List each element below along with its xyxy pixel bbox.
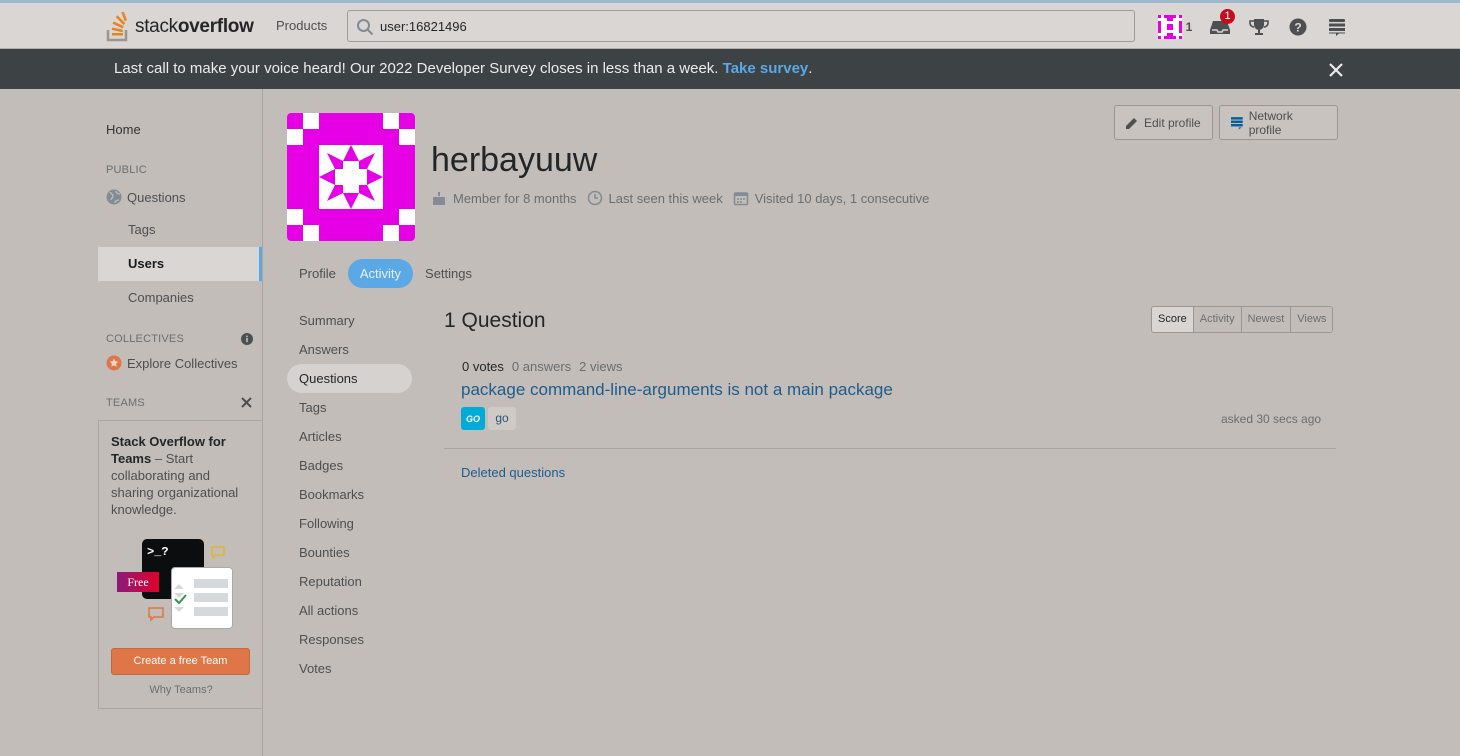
collectives-icon: [106, 355, 122, 371]
free-badge: Free: [117, 572, 159, 592]
subnav-tags[interactable]: Tags: [287, 393, 412, 422]
subnav-questions[interactable]: Questions: [287, 364, 412, 393]
sidebar-item-users[interactable]: Users: [98, 247, 262, 281]
public-heading: PUBLIC: [106, 164, 147, 176]
sidebar-item-tags[interactable]: Tags: [98, 213, 262, 247]
sort-views[interactable]: Views: [1291, 307, 1333, 332]
left-sidebar: Home PUBLIC Questions Tags Users Compani…: [98, 89, 263, 756]
close-icon[interactable]: [1327, 61, 1345, 79]
reputation-count: 1: [1185, 20, 1193, 34]
sidebar-item-explore-collectives[interactable]: Explore Collectives: [106, 355, 238, 371]
profile-tabs: Profile Activity Settings: [287, 259, 484, 288]
subnav-reputation[interactable]: Reputation: [287, 567, 412, 596]
activity-subnav: Summary Answers Questions Tags Articles …: [287, 306, 412, 683]
identicon-image: [287, 113, 415, 241]
cake-icon: [433, 192, 445, 205]
top-icons: 1 1 ?: [1150, 9, 1356, 45]
site-switcher-button[interactable]: [1317, 9, 1356, 45]
view-count: 2 views: [579, 359, 623, 374]
chat-bubble-orange-icon: [148, 607, 164, 622]
subnav-badges[interactable]: Badges: [287, 451, 412, 480]
stackoverflow-logo[interactable]: stackoverflow: [106, 11, 254, 43]
why-teams-link[interactable]: Why Teams?: [99, 684, 263, 696]
terminal-prompt: >_?: [147, 545, 169, 559]
visited: Visited 10 days, 1 consecutive: [733, 190, 929, 206]
subnav-answers[interactable]: Answers: [287, 335, 412, 364]
go-tag-icon[interactable]: GO: [461, 407, 485, 430]
sort-buttons: Score Activity Newest Views: [1151, 306, 1334, 333]
divider: [444, 448, 1336, 449]
help-button[interactable]: ?: [1278, 9, 1317, 45]
tab-profile[interactable]: Profile: [287, 259, 348, 288]
user-card[interactable]: 1: [1150, 9, 1200, 45]
sidebar-item-home[interactable]: Home: [106, 122, 141, 137]
vote-count: 0 votes: [462, 359, 504, 374]
subnav-votes[interactable]: Votes: [287, 654, 412, 683]
info-icon[interactable]: [241, 333, 253, 345]
tab-settings[interactable]: Settings: [413, 259, 484, 288]
question-stats: 0 votes 0 answers 2 views: [462, 359, 631, 374]
achievements-button[interactable]: [1239, 9, 1278, 45]
trophy-icon: [1248, 19, 1269, 35]
stack-exchange-icon: [1328, 19, 1345, 36]
globe-icon: [106, 189, 122, 205]
search-icon: [357, 19, 374, 36]
create-free-team-button[interactable]: Create a free Team: [111, 648, 250, 675]
chat-bubble-icon: [211, 546, 225, 559]
last-seen: Last seen this week: [587, 190, 723, 206]
inbox-button[interactable]: 1: [1200, 9, 1239, 45]
take-survey-link[interactable]: Take survey: [723, 60, 809, 77]
sort-activity[interactable]: Activity: [1193, 307, 1242, 332]
member-for: Member for 8 months: [431, 190, 577, 206]
deleted-questions-link[interactable]: Deleted questions: [461, 465, 565, 480]
close-teams-icon[interactable]: [241, 397, 252, 408]
help-icon: ?: [1289, 18, 1306, 36]
tag-go[interactable]: go: [488, 407, 516, 430]
subnav-all-actions[interactable]: All actions: [287, 596, 412, 625]
checklist-icon: [174, 579, 228, 616]
subnav-following[interactable]: Following: [287, 509, 412, 538]
clock-icon: [587, 190, 602, 206]
logo-wordmark: stackoverflow: [135, 16, 254, 37]
teams-heading: TEAMS: [106, 397, 145, 409]
checklist-card: [171, 567, 233, 629]
subnav-bookmarks[interactable]: Bookmarks: [287, 480, 412, 509]
inbox-badge: 1: [1220, 9, 1235, 24]
asked-time[interactable]: asked 30 secs ago: [1221, 412, 1321, 426]
stackoverflow-logo-icon: [106, 12, 128, 42]
svg-text:?: ?: [1294, 21, 1301, 35]
search-bar[interactable]: [347, 10, 1135, 42]
banner-text: Last call to make your voice heard! Our …: [114, 60, 813, 77]
subnav-summary[interactable]: Summary: [287, 306, 412, 335]
network-profile-button[interactable]: Network profile: [1219, 105, 1338, 140]
profile-meta: Member for 8 months Last seen this week …: [431, 188, 939, 208]
user-avatar-small: [1157, 15, 1182, 39]
teams-description: Stack Overflow for Teams – Start collabo…: [111, 434, 239, 517]
sort-score[interactable]: Score: [1152, 307, 1194, 332]
teams-illustration: >_? Free: [117, 537, 237, 632]
sidebar-item-questions[interactable]: Questions: [106, 189, 186, 205]
top-bar: stackoverflow Products 1 1 ?: [0, 0, 1460, 49]
edit-profile-button[interactable]: Edit profile: [1114, 105, 1213, 140]
profile-username: herbayuuw: [431, 141, 598, 179]
products-menu[interactable]: Products: [266, 12, 337, 40]
question-title-link[interactable]: package command-line-arguments is not a …: [461, 380, 893, 400]
calendar-icon: [733, 192, 749, 206]
subnav-articles[interactable]: Articles: [287, 422, 412, 451]
search-input[interactable]: [380, 11, 1120, 41]
subnav-bounties[interactable]: Bounties: [287, 538, 412, 567]
network-icon: [1230, 116, 1243, 129]
pencil-icon: [1126, 117, 1137, 129]
survey-banner: Last call to make your voice heard! Our …: [0, 49, 1460, 89]
answer-count: 0 answers: [511, 359, 572, 374]
sidebar-item-companies[interactable]: Companies: [98, 281, 262, 315]
teams-promo: Stack Overflow for Teams – Start collabo…: [98, 420, 262, 709]
questions-heading: 1 Question: [444, 309, 546, 332]
collectives-heading: COLLECTIVES: [106, 333, 185, 345]
tab-activity[interactable]: Activity: [347, 259, 414, 288]
subnav-responses[interactable]: Responses: [287, 625, 412, 654]
sort-newest[interactable]: Newest: [1241, 307, 1292, 332]
profile-avatar: [287, 113, 415, 241]
